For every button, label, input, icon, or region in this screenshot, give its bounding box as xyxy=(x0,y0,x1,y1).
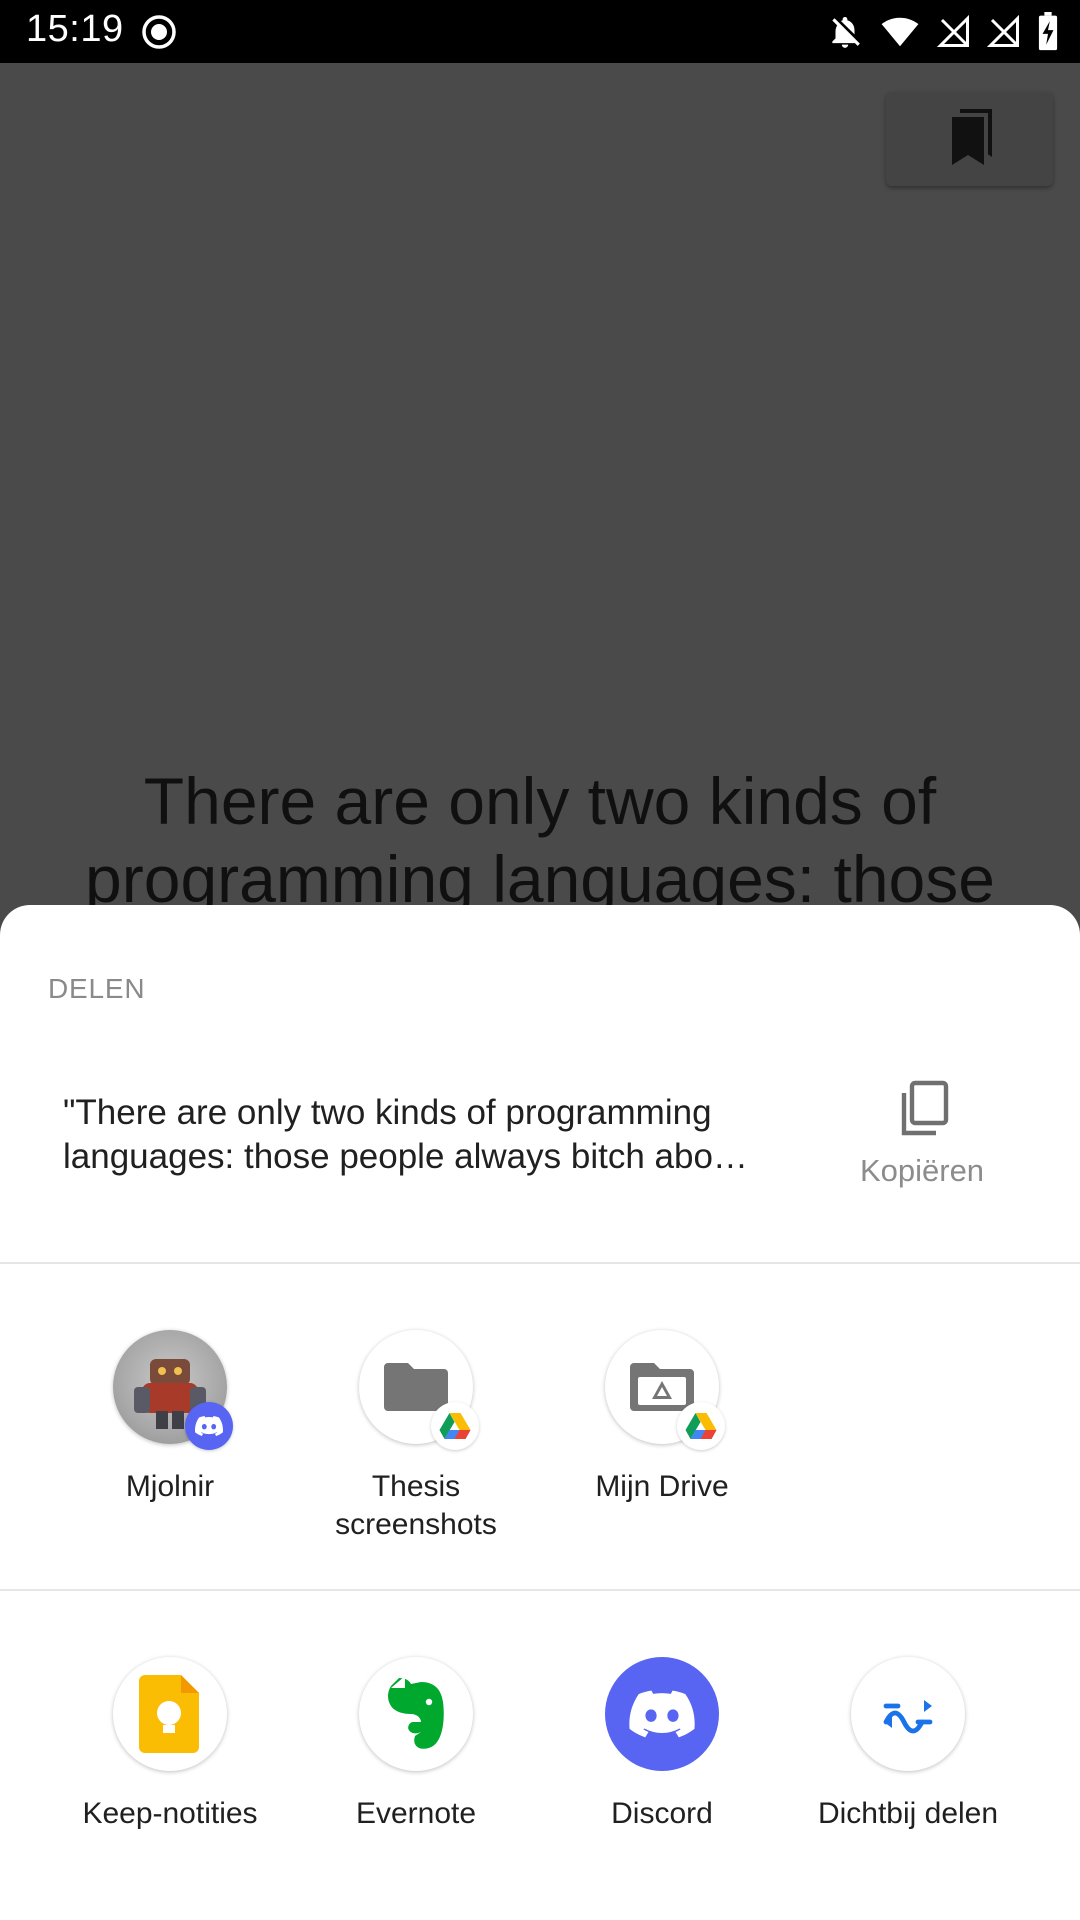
discord-icon xyxy=(629,1690,695,1738)
bookmarks-button[interactable] xyxy=(886,92,1053,186)
google-drive-icon xyxy=(439,1413,471,1439)
share-target-mjolnir[interactable]: Mjolnir xyxy=(47,1330,293,1506)
signal-off-icon xyxy=(936,14,969,47)
share-target-label: Thesis screenshots xyxy=(335,1470,497,1541)
google-drive-icon xyxy=(685,1413,717,1439)
screen: 15:19 There are only two kinds of progra… xyxy=(0,0,1080,1920)
shared-text-preview: "There are only two kinds of programming… xyxy=(63,1093,748,1176)
copy-label: Kopiëren xyxy=(859,1153,985,1188)
divider xyxy=(0,1262,1080,1264)
quote-line: There are only two kinds of xyxy=(143,764,937,838)
app-discord[interactable]: Discord xyxy=(539,1657,785,1833)
status-bar: 15:19 xyxy=(0,0,1080,63)
app-label: Discord xyxy=(611,1797,713,1830)
avatar xyxy=(113,1330,233,1450)
signal-off-icon xyxy=(986,14,1019,47)
share-target-label: Mjolnir xyxy=(125,1470,215,1503)
target-icon-circle xyxy=(359,1657,473,1771)
google-drive-badge xyxy=(677,1402,725,1450)
status-icons xyxy=(826,12,1060,52)
share-sheet-title: DELEN xyxy=(48,973,146,1004)
quote-text: There are only two kinds of programming … xyxy=(0,762,1080,918)
bookmarks-icon xyxy=(951,109,992,165)
target-icon-circle xyxy=(605,1330,725,1450)
wifi-icon xyxy=(881,17,919,47)
target-icon-circle xyxy=(851,1657,965,1771)
record-icon xyxy=(142,15,176,49)
status-time: 15:19 xyxy=(26,8,124,50)
target-icon-circle xyxy=(113,1657,227,1771)
app-evernote[interactable]: Evernote xyxy=(293,1657,539,1833)
discord-icon xyxy=(195,1416,223,1436)
target-icon-circle xyxy=(605,1657,719,1771)
evernote-icon xyxy=(388,1676,444,1749)
app-label: Keep-notities xyxy=(82,1797,258,1830)
app-dichtbij-delen[interactable]: Dichtbij delen xyxy=(785,1657,1031,1833)
divider xyxy=(0,1589,1080,1591)
google-drive-badge xyxy=(431,1402,479,1450)
share-sheet: DELEN "There are only two kinds of progr… xyxy=(0,905,1080,1920)
share-target-thesis-screenshots[interactable]: Thesis screenshots xyxy=(293,1330,539,1544)
app-keep-notities[interactable]: Keep-notities xyxy=(47,1657,293,1833)
battery-charging-icon xyxy=(1038,12,1058,51)
target-icon-circle xyxy=(359,1330,479,1450)
discord-badge xyxy=(185,1402,233,1450)
notifications-off-icon xyxy=(832,16,860,48)
copy-button[interactable]: Kopiëren xyxy=(848,1073,996,1203)
app-label: Dichtbij delen xyxy=(817,1797,999,1830)
google-keep-icon xyxy=(139,1675,199,1753)
share-target-mijn-drive[interactable]: Mijn Drive xyxy=(539,1330,785,1506)
nearby-share-icon xyxy=(883,1700,933,1734)
app-label: Evernote xyxy=(355,1797,477,1830)
copy-icon xyxy=(901,1080,949,1136)
share-target-label: Mijn Drive xyxy=(595,1470,729,1503)
